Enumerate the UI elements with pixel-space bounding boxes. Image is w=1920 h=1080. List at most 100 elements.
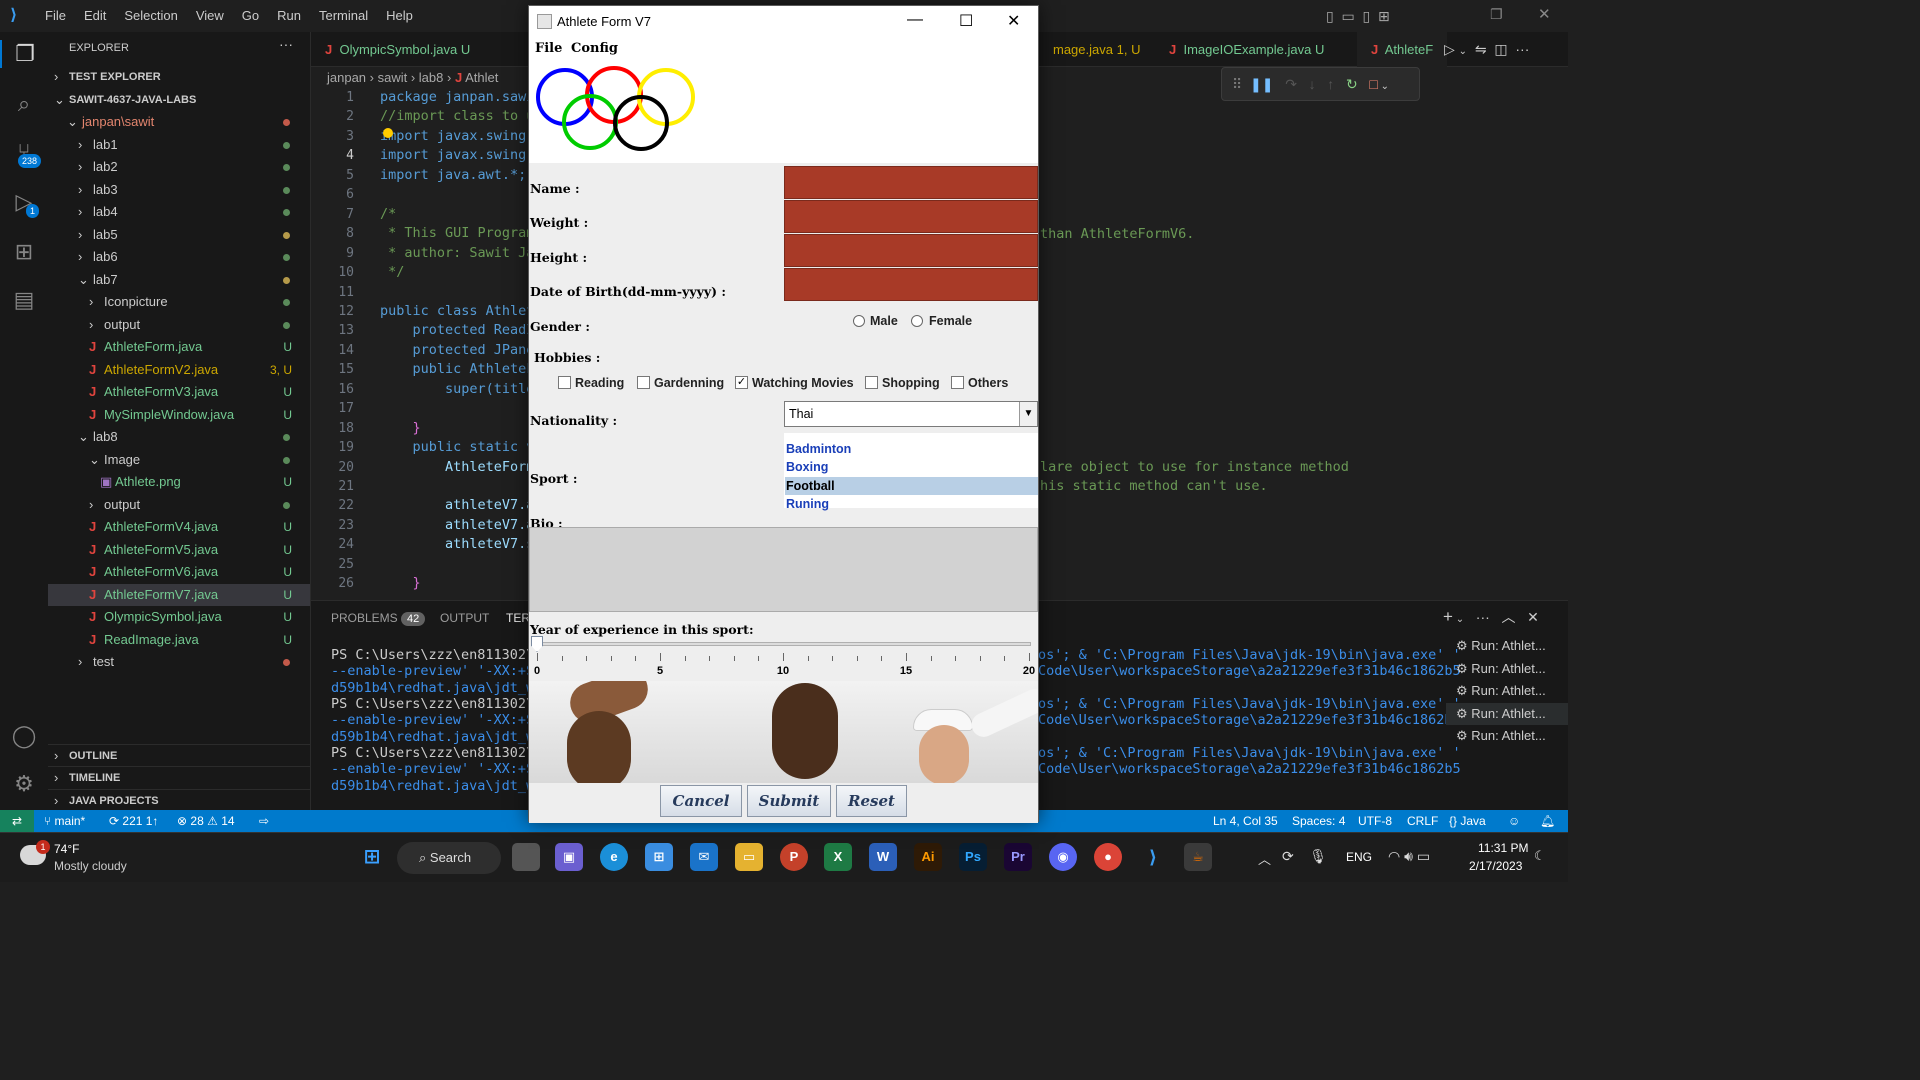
task-view-icon[interactable] bbox=[512, 843, 540, 871]
maximize-panel-icon[interactable]: ︿ bbox=[1501, 609, 1515, 625]
java-minimize-button[interactable]: — bbox=[907, 4, 923, 35]
tree-item[interactable]: › lab1 bbox=[48, 134, 310, 156]
mail-icon[interactable]: ✉ bbox=[690, 843, 718, 871]
male-radio[interactable] bbox=[853, 315, 865, 327]
notifications-bell-icon[interactable]: 🔔︎ bbox=[1540, 810, 1555, 832]
menu-terminal[interactable]: Terminal bbox=[310, 0, 377, 32]
hobby-checkbox[interactable] bbox=[865, 376, 878, 389]
feedback-icon[interactable]: ☺ bbox=[1508, 810, 1520, 832]
java-close-button[interactable]: ✕ bbox=[1007, 6, 1020, 37]
toggle-secondary-icon[interactable]: ▯ bbox=[1363, 8, 1371, 24]
reset-button[interactable]: Reset bbox=[836, 785, 907, 817]
tree-item[interactable]: › lab6 bbox=[48, 246, 310, 268]
file-explorer-icon[interactable]: ▭ bbox=[735, 843, 763, 871]
terminal-instance[interactable]: ⚙ Run: Athlet... bbox=[1446, 635, 1568, 657]
branch-status[interactable]: ⑂ main* bbox=[44, 810, 85, 832]
menu-run[interactable]: Run bbox=[268, 0, 310, 32]
step-over-icon[interactable]: ↷ bbox=[1285, 76, 1297, 92]
tree-item[interactable]: J OlympicSymbol.java U bbox=[48, 606, 310, 628]
explorer-more-icon[interactable]: ··· bbox=[279, 36, 293, 52]
tree-item[interactable]: J AthleteFormV5.java U bbox=[48, 539, 310, 561]
tree-item[interactable]: › test bbox=[48, 651, 310, 673]
restart-icon[interactable]: ↻ bbox=[1346, 76, 1358, 92]
window-close-button[interactable]: ✕ bbox=[1538, 5, 1551, 23]
search-icon[interactable]: ⌕ bbox=[10, 90, 38, 118]
indentation[interactable]: Spaces: 4 bbox=[1292, 810, 1345, 832]
teams-chat-icon[interactable]: ▣ bbox=[555, 843, 583, 871]
tree-item[interactable]: J AthleteFormV6.java U bbox=[48, 561, 310, 583]
dob-field[interactable] bbox=[784, 268, 1038, 301]
language-mode[interactable]: {} Java bbox=[1449, 810, 1486, 832]
tab-read-image[interactable]: mage.java 1, U bbox=[1039, 32, 1167, 67]
sport-item[interactable]: Badminton bbox=[785, 440, 1038, 458]
testing-icon[interactable]: ▤ bbox=[10, 286, 38, 314]
run-icon[interactable]: ▷ bbox=[1444, 41, 1455, 57]
tab-athlete-form[interactable]: J AthleteF bbox=[1357, 32, 1447, 67]
problems-status[interactable]: ⊗ 28 ⚠ 14 bbox=[177, 810, 235, 832]
chevron-down-icon[interactable]: ⌄ bbox=[1378, 81, 1389, 92]
tree-item[interactable]: › lab3 bbox=[48, 179, 310, 201]
premiere-icon[interactable]: Pr bbox=[1004, 843, 1032, 871]
tree-item[interactable]: J AthleteFormV7.java U bbox=[48, 583, 310, 606]
line-ending[interactable]: CRLF bbox=[1407, 810, 1438, 832]
tab-imageio-example[interactable]: J ImageIOExample.java U bbox=[1155, 32, 1345, 67]
tree-item[interactable]: ⌄ janpan\sawit bbox=[48, 111, 310, 133]
chevron-down-icon[interactable]: ⌄ bbox=[1459, 46, 1467, 57]
experience-slider-track[interactable] bbox=[535, 642, 1031, 646]
step-into-icon[interactable]: ↓ bbox=[1309, 76, 1316, 92]
start-button[interactable]: ⊞ bbox=[358, 843, 386, 871]
menu-edit[interactable]: Edit bbox=[75, 0, 115, 32]
language-indicator[interactable]: ENG bbox=[1346, 850, 1372, 864]
tree-item[interactable]: › lab5 bbox=[48, 224, 310, 246]
extensions-icon[interactable]: ⊞ bbox=[10, 238, 38, 266]
explorer-icon[interactable]: ❐ bbox=[0, 40, 48, 68]
section-timeline[interactable]: › TIMELINE bbox=[48, 766, 310, 788]
weight-field[interactable] bbox=[784, 200, 1038, 233]
menu-file[interactable]: File bbox=[36, 0, 75, 32]
vscode-taskbar-icon[interactable]: ⟩ bbox=[1139, 843, 1167, 871]
add-terminal-icon[interactable]: + bbox=[1443, 607, 1453, 626]
bio-textarea[interactable] bbox=[529, 527, 1038, 612]
tree-item[interactable]: J AthleteForm.java U bbox=[48, 336, 310, 358]
clock-date[interactable]: 2/17/2023 bbox=[1469, 859, 1522, 873]
word-icon[interactable]: W bbox=[869, 843, 897, 871]
store-icon[interactable]: ⊞ bbox=[645, 843, 673, 871]
tree-item[interactable]: › Iconpicture bbox=[48, 291, 310, 313]
breadcrumb-item[interactable]: sawit bbox=[378, 70, 408, 85]
tree-item[interactable]: J AthleteFormV2.java 3, U bbox=[48, 359, 310, 381]
more-actions-icon[interactable]: ··· bbox=[1515, 41, 1529, 57]
hobby-checkbox[interactable]: ✓ bbox=[735, 376, 748, 389]
tree-item[interactable]: ▣ Athlete.png U bbox=[48, 471, 310, 493]
lightbulb-icon[interactable] bbox=[383, 128, 393, 138]
submit-button[interactable]: Submit bbox=[747, 785, 831, 817]
sync-status[interactable]: ⟳ 221 1↑ bbox=[109, 810, 158, 832]
discord-icon[interactable]: ◉ bbox=[1049, 843, 1077, 871]
hobby-checkbox[interactable] bbox=[951, 376, 964, 389]
close-panel-icon[interactable]: ✕ bbox=[1527, 609, 1539, 625]
menu-go[interactable]: Go bbox=[233, 0, 268, 32]
pause-icon[interactable]: ❚❚ bbox=[1250, 76, 1273, 92]
terminal-instance[interactable]: ⚙ Run: Athlet... bbox=[1446, 680, 1568, 702]
name-field[interactable] bbox=[784, 166, 1038, 199]
experience-slider-thumb[interactable] bbox=[531, 636, 543, 652]
tab-problems[interactable]: PROBLEMS 42 bbox=[331, 611, 426, 626]
tree-item[interactable]: ⌄ lab7 bbox=[48, 269, 310, 291]
step-out-icon[interactable]: ↑ bbox=[1327, 76, 1334, 92]
window-restore-button[interactable]: ❐ bbox=[1490, 6, 1503, 23]
sport-item[interactable]: Runing bbox=[785, 495, 1038, 513]
accounts-icon[interactable]: ◯ bbox=[10, 722, 38, 750]
java-menu-config[interactable]: Config bbox=[571, 37, 618, 61]
drag-handle-icon[interactable]: ⠿ bbox=[1232, 76, 1242, 92]
breadcrumb-item[interactable]: janpan bbox=[327, 70, 366, 85]
java-maximize-button[interactable]: ☐ bbox=[959, 6, 973, 37]
encoding[interactable]: UTF-8 bbox=[1358, 810, 1392, 832]
terminal-instance[interactable]: ⚙ Run: Athlet... bbox=[1446, 725, 1568, 747]
section-java-projects[interactable]: › JAVA PROJECTS bbox=[48, 789, 310, 811]
stop-icon[interactable]: □ bbox=[1369, 76, 1377, 92]
more-actions-icon[interactable]: ··· bbox=[1476, 609, 1490, 625]
section-test-explorer[interactable]: › TEST EXPLORER bbox=[48, 66, 310, 88]
remote-icon[interactable]: ⇄ bbox=[0, 810, 34, 832]
network-volume-battery[interactable]: ◠ 🔊︎ ▭ bbox=[1388, 848, 1430, 865]
split-editor-icon[interactable]: ◫ bbox=[1494, 41, 1507, 57]
illustrator-icon[interactable]: Ai bbox=[914, 843, 942, 871]
